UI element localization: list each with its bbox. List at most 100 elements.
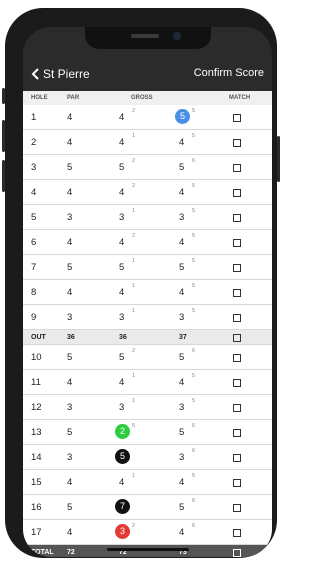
handicap-strokes: 5 <box>192 233 196 239</box>
par-value: 4 <box>67 377 73 388</box>
gross-score: 4 <box>119 377 125 388</box>
par-value: 5 <box>67 502 73 513</box>
handicap-strokes: 1 <box>132 398 136 404</box>
par-value: 3 <box>67 402 73 413</box>
handicap-strokes: 5 <box>192 258 196 264</box>
match-checkbox[interactable] <box>233 504 241 512</box>
match-checkbox[interactable] <box>233 164 241 172</box>
gross-score: 3 <box>119 312 125 323</box>
match-checkbox[interactable] <box>233 264 241 272</box>
handicap-strokes: 5 <box>192 108 196 114</box>
match-checkbox[interactable] <box>233 479 241 487</box>
par-value: 4 <box>67 187 73 198</box>
handicap-strokes: 1 <box>132 373 136 379</box>
handicap-strokes: 1 <box>132 473 136 479</box>
handicap-strokes: 5 <box>192 308 196 314</box>
hole-number: 12 <box>31 402 42 413</box>
gross-score: 4 <box>179 187 185 198</box>
phone-screen: St Pierre Confirm Score HOLE PAR GROSS M… <box>23 27 272 557</box>
hole-row: 1 4 4 2 55 <box>23 105 272 130</box>
handicap-strokes: 5 <box>192 283 196 289</box>
match-checkbox[interactable] <box>233 289 241 297</box>
hole-row: 2 4 4 1 4 5 <box>23 130 272 155</box>
score-circle: 2 <box>115 424 130 439</box>
match-checkbox[interactable] <box>233 529 241 537</box>
hole-number: 3 <box>31 162 37 173</box>
hole-row: 11 4 4 1 4 5 <box>23 370 272 395</box>
gross-score: 3 <box>179 402 185 413</box>
match-checkbox[interactable] <box>233 214 241 222</box>
match-checkbox[interactable] <box>233 314 241 322</box>
col-gross: GROSS <box>131 95 153 101</box>
mute-switch <box>2 88 5 104</box>
back-label: St Pierre <box>43 67 90 81</box>
handicap-strokes: 6 <box>192 523 196 529</box>
hole-number: 1 <box>31 112 37 123</box>
gross-score: 4 <box>119 237 125 248</box>
handicap-strokes: 6 <box>192 448 196 454</box>
hole-row: 16 5 7 5 6 <box>23 495 272 520</box>
hole-row: 13 5 2 5 5 6 <box>23 420 272 445</box>
hole-number: 14 <box>31 452 42 463</box>
hole-number: 10 <box>31 352 42 363</box>
gross-score: 4 <box>179 477 185 488</box>
hole-number: 5 <box>31 212 37 223</box>
hole-number: 15 <box>31 477 42 488</box>
match-checkbox[interactable] <box>233 354 241 362</box>
gross-score: 4 <box>179 137 185 148</box>
par-value: 4 <box>67 477 73 488</box>
volume-down-button <box>2 160 5 192</box>
hole-row: 9 3 3 1 3 5 <box>23 305 272 330</box>
hole-row: 7 5 5 1 5 5 <box>23 255 272 280</box>
handicap-strokes: 1 <box>132 283 136 289</box>
match-checkbox[interactable] <box>233 139 241 147</box>
summary-label: TOTAL <box>31 549 54 556</box>
gross-score: 4 <box>119 477 125 488</box>
gross-score: 5 <box>179 162 185 173</box>
match-checkbox[interactable] <box>233 239 241 247</box>
match-checkbox[interactable] <box>233 379 241 387</box>
gross-score: 4 <box>179 287 185 298</box>
par-value: 5 <box>67 427 73 438</box>
score-circle: 7 <box>115 499 130 514</box>
summary-par: 36 <box>67 334 75 341</box>
handicap-strokes: 6 <box>192 348 196 354</box>
gross-score: 4 <box>179 527 185 538</box>
gross-score: 4 <box>119 137 125 148</box>
handicap-strokes: 5 <box>192 133 196 139</box>
handicap-strokes: 5 <box>192 473 196 479</box>
back-button[interactable]: St Pierre <box>31 67 90 81</box>
camera <box>173 32 181 40</box>
match-checkbox[interactable] <box>233 454 241 462</box>
scorecard-rows: 1442552441453552564442455331356442457551… <box>23 105 272 557</box>
summary-p2: 37 <box>179 334 187 341</box>
confirm-score-button[interactable]: Confirm Score <box>194 67 264 79</box>
handicap-strokes: 5 <box>132 423 136 429</box>
chevron-left-icon <box>31 68 39 80</box>
home-indicator[interactable] <box>107 548 189 551</box>
gross-score: 4 <box>119 287 125 298</box>
gross-score: 4 <box>119 112 125 123</box>
score-circle: 5 <box>115 449 130 464</box>
hole-number: 6 <box>31 237 37 248</box>
gross-score: 5 <box>179 502 185 513</box>
handicap-strokes: 2 <box>132 183 136 189</box>
hole-row: 6 4 4 2 4 5 <box>23 230 272 255</box>
match-checkbox[interactable] <box>233 114 241 122</box>
match-checkbox[interactable] <box>233 549 241 557</box>
handicap-strokes: 5 <box>192 208 196 214</box>
match-checkbox[interactable] <box>233 334 241 342</box>
par-value: 5 <box>67 162 73 173</box>
hole-row: 3 5 5 2 5 6 <box>23 155 272 180</box>
match-checkbox[interactable] <box>233 429 241 437</box>
par-value: 4 <box>67 527 73 538</box>
hole-number: 16 <box>31 502 42 513</box>
match-checkbox[interactable] <box>233 404 241 412</box>
handicap-strokes: 6 <box>192 423 196 429</box>
gross-score: 3 <box>119 402 125 413</box>
match-checkbox[interactable] <box>233 189 241 197</box>
hole-row: 5 3 3 1 3 5 <box>23 205 272 230</box>
hole-row: 8 4 4 1 4 5 <box>23 280 272 305</box>
hole-row: 17 4 3 2 4 6 <box>23 520 272 545</box>
gross-score: 5 <box>179 352 185 363</box>
